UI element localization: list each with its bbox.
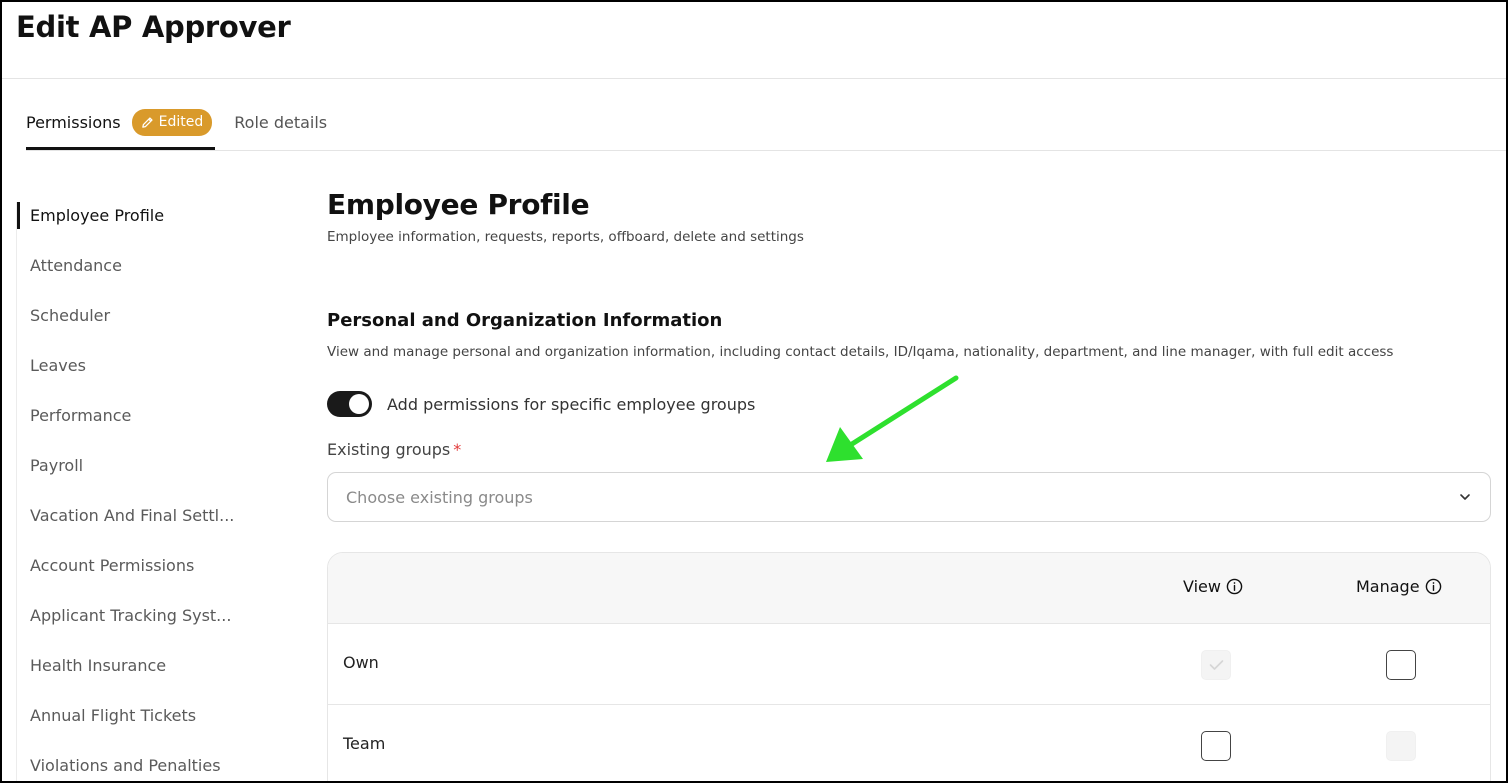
section-title: Employee Profile [327,188,590,221]
column-header-manage-label: Manage [1356,577,1420,596]
tab-role-details[interactable]: Role details [234,106,327,138]
tab-bar: Permissions Edited Role details [26,106,327,150]
sidebar-item-account-permissions[interactable]: Account Permissions [18,540,258,590]
subsection-description: View and manage personal and organizatio… [327,344,1394,360]
table-row: Own [328,624,1490,705]
column-header-manage: Manage [1356,577,1442,596]
main-content: Employee Profile Employee information, r… [327,188,1492,781]
sidebar-item-vacation-final-settlement[interactable]: Vacation And Final Settl... [18,490,258,540]
edited-badge: Edited [131,108,213,136]
table-row: Team [328,705,1490,781]
column-header-view: View [1183,577,1243,596]
sidebar-item-leaves[interactable]: Leaves [18,340,258,390]
toggle-label: Add permissions for specific employee gr… [387,394,756,414]
edited-badge-label: Edited [158,114,204,130]
sidebar-item-payroll[interactable]: Payroll [18,440,258,490]
sidebar-item-applicant-tracking[interactable]: Applicant Tracking Syst... [18,590,258,640]
own-manage-checkbox[interactable] [1386,650,1416,680]
existing-groups-label: Existing groups * [327,440,461,459]
sidebar-item-annual-flight-tickets[interactable]: Annual Flight Tickets [18,690,258,740]
sidebar-item-attendance[interactable]: Attendance [18,240,258,290]
app-frame: Edit AP Approver Permissions Edited Role… [0,0,1508,783]
row-label-team: Team [343,734,386,753]
own-view-checkbox [1201,650,1231,680]
tab-permissions-label: Permissions [26,112,121,132]
check-icon [1209,660,1224,670]
permissions-table: View Manage Own Team [327,552,1491,781]
toggle-knob [349,394,369,414]
chevron-down-icon [1460,494,1470,500]
subsection-title: Personal and Organization Information [327,310,723,331]
info-icon[interactable] [1226,578,1243,595]
sidebar-item-performance[interactable]: Performance [18,390,258,440]
sidebar-item-violations-penalties[interactable]: Violations and Penalties [18,740,258,781]
info-icon[interactable] [1425,578,1442,595]
tabs-divider [26,150,1506,151]
sidebar-item-scheduler[interactable]: Scheduler [18,290,258,340]
sidebar-divider [16,202,17,781]
page-title: Edit AP Approver [16,10,291,44]
green-arrow-icon [826,375,959,462]
table-header: View Manage [328,553,1490,624]
team-view-checkbox[interactable] [1201,731,1231,761]
tab-permissions[interactable]: Permissions Edited [26,106,216,150]
existing-groups-select[interactable]: Choose existing groups [327,472,1491,522]
team-manage-checkbox [1386,731,1416,761]
existing-groups-label-text: Existing groups [327,440,451,459]
sidebar: Employee Profile Attendance Scheduler Le… [17,190,258,781]
section-description: Employee information, requests, reports,… [327,229,804,245]
existing-groups-placeholder: Choose existing groups [346,487,533,507]
sidebar-item-health-insurance[interactable]: Health Insurance [18,640,258,690]
row-label-own: Own [343,653,379,672]
column-header-view-label: View [1183,577,1221,596]
required-mark: * [453,440,462,459]
title-divider [2,78,1506,79]
group-permissions-toggle[interactable] [327,391,372,417]
pencil-icon [141,116,153,128]
group-permissions-toggle-row: Add permissions for specific employee gr… [327,391,755,417]
sidebar-item-employee-profile[interactable]: Employee Profile [17,190,258,240]
